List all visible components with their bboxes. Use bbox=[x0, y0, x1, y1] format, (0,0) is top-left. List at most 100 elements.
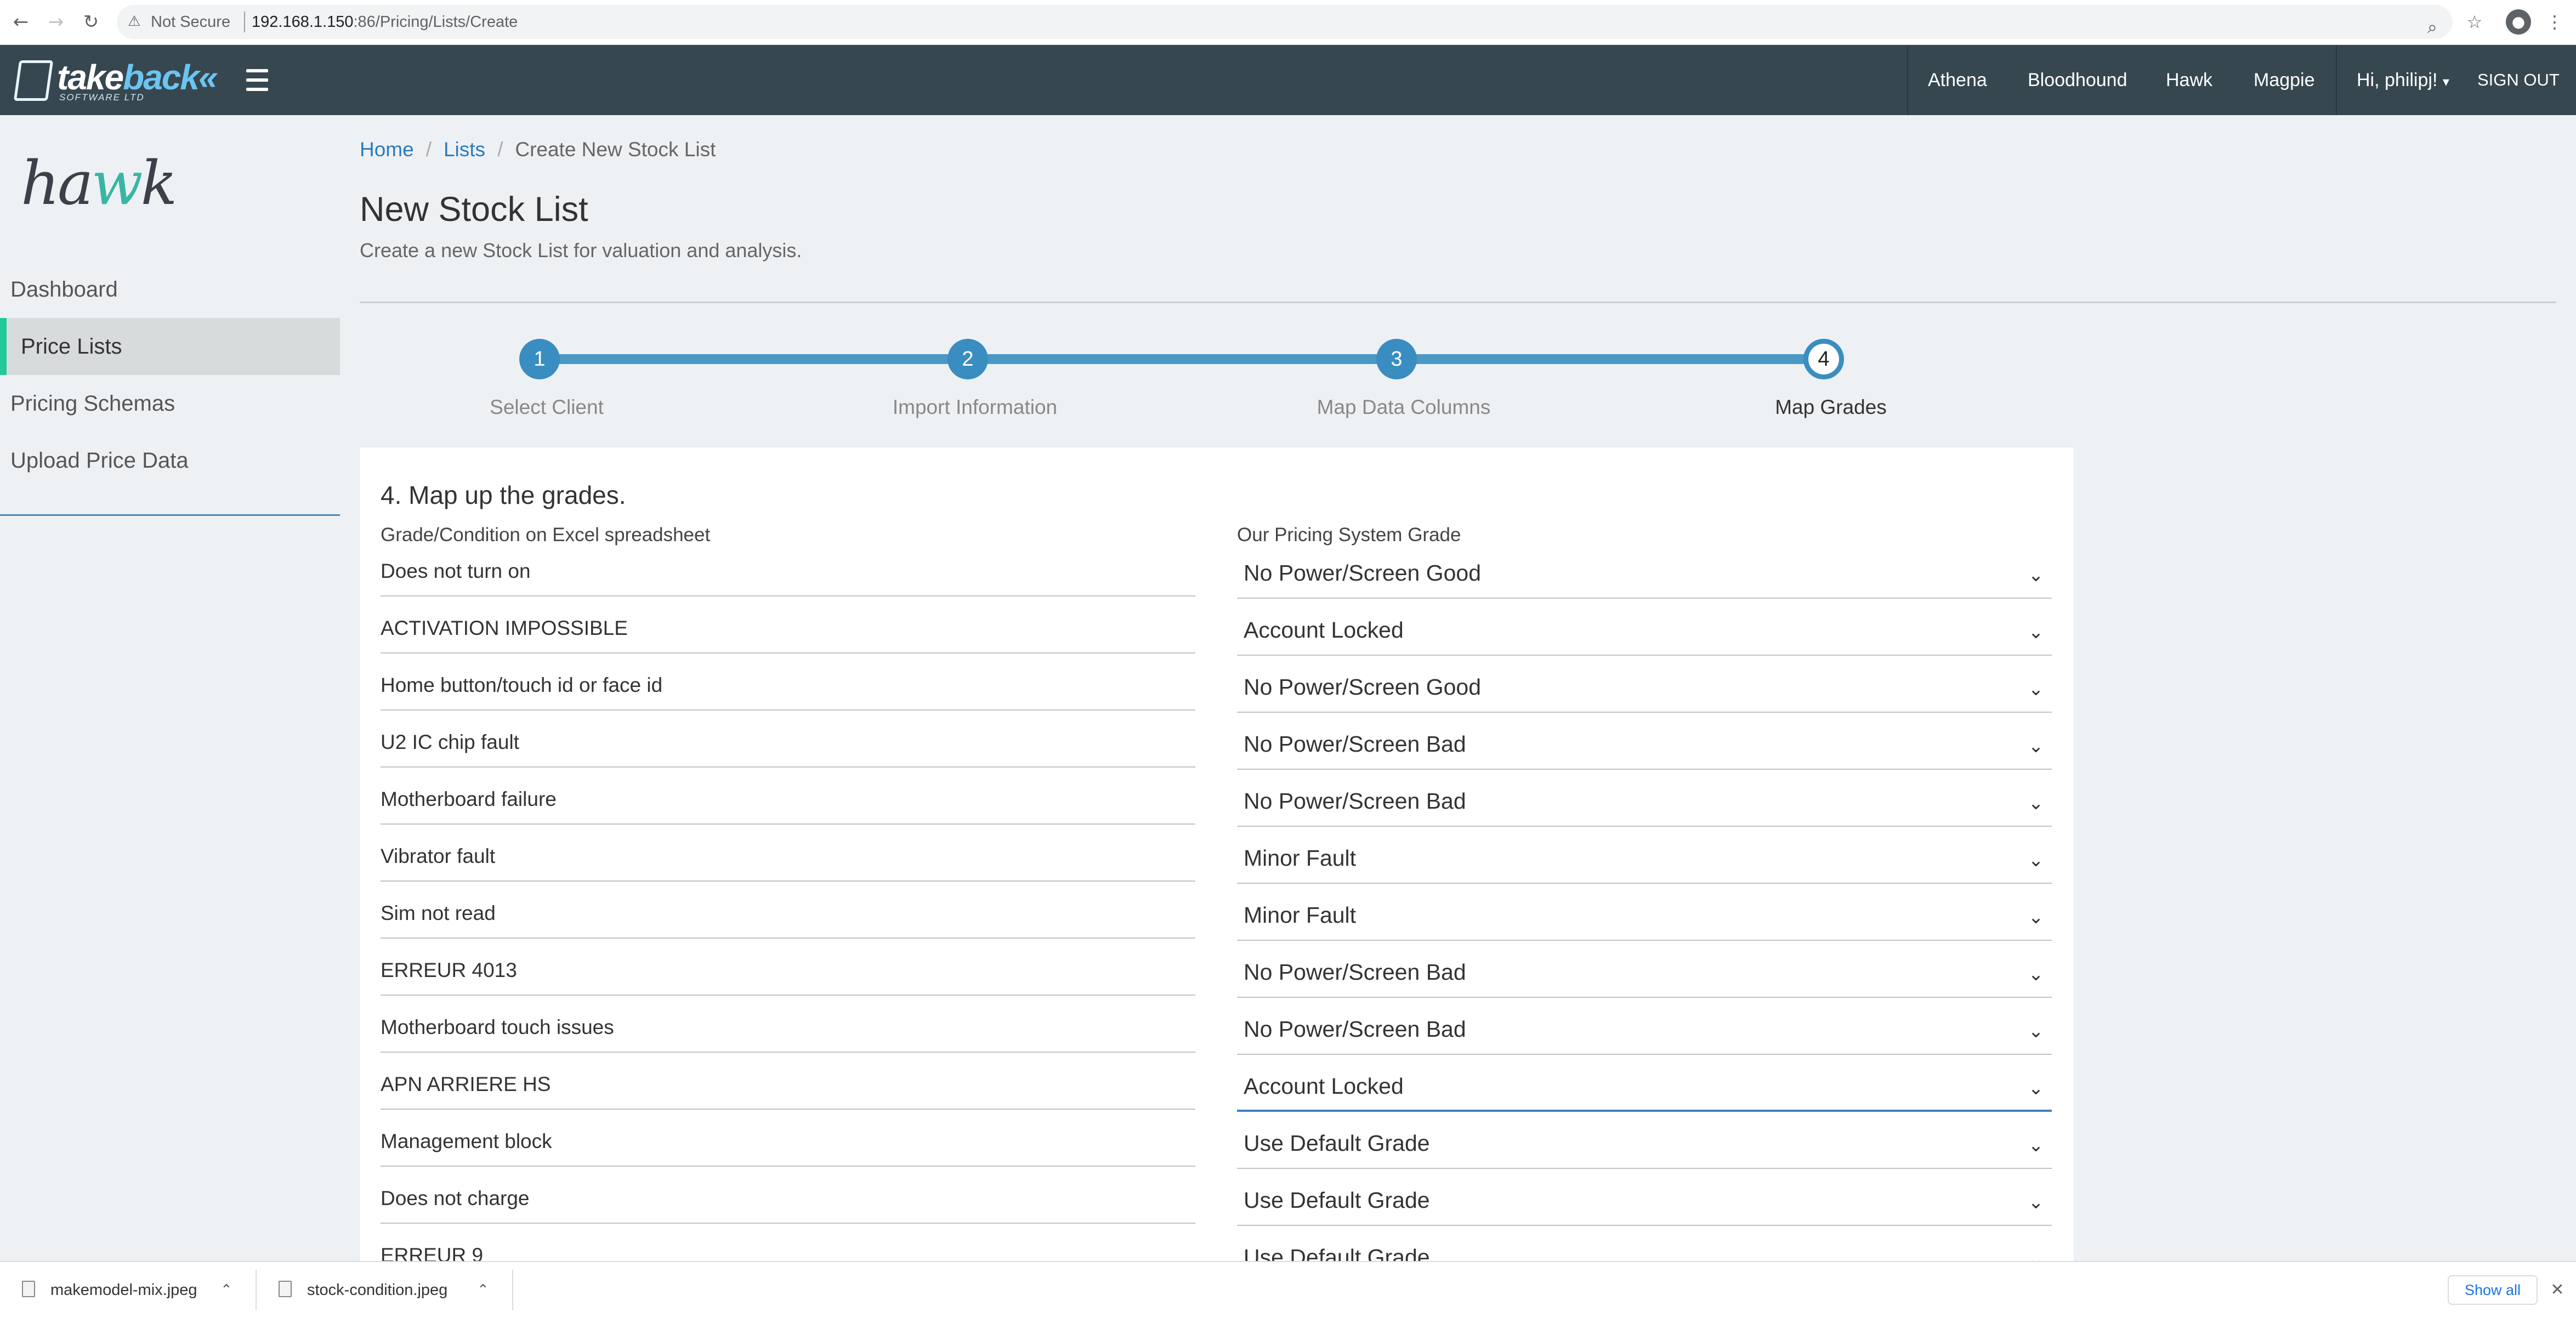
chevron-up-icon[interactable]: ⌃ bbox=[220, 1262, 232, 1318]
chevron-down-icon[interactable]: ⌄ bbox=[2025, 1192, 2046, 1213]
stepper-track bbox=[540, 354, 1825, 364]
download-shelf: makemodel-mix.jpeg ⌃ stock-condition.jpe… bbox=[0, 1261, 2576, 1318]
grade-row: Home button/touch id or face id No Power/… bbox=[360, 670, 2074, 727]
chevron-down-icon[interactable]: ⌄ bbox=[2025, 622, 2046, 643]
grade-select-value: No Power/Screen Good bbox=[1244, 674, 1482, 700]
grade-select[interactable]: No Power/Screen Bad ⌄ bbox=[1237, 954, 2052, 998]
step-1-label[interactable]: Select Client bbox=[410, 396, 684, 419]
excel-grade-label: Vibrator fault bbox=[381, 841, 1195, 882]
app-header: takeback« SOFTWARE LTD Athena Bloodhound… bbox=[0, 45, 2576, 115]
grade-select-value: No Power/Screen Bad bbox=[1244, 959, 1466, 985]
grade-select[interactable]: Use Default Grade ⌄ bbox=[1237, 1125, 2052, 1169]
logo-text: takeback« bbox=[57, 57, 218, 98]
system-grade-column-header: Our Pricing System Grade bbox=[1237, 524, 1461, 546]
breadcrumb-lists[interactable]: Lists bbox=[444, 138, 485, 161]
grade-select[interactable]: Minor Fault ⌄ bbox=[1237, 840, 2052, 884]
step-3-label[interactable]: Map Data Columns bbox=[1267, 396, 1541, 419]
grade-select[interactable]: No Power/Screen Bad ⌄ bbox=[1237, 783, 2052, 827]
url-host: 192.168.1.150 bbox=[252, 13, 354, 31]
logo-subtitle: SOFTWARE LTD bbox=[59, 92, 145, 103]
chevron-down-icon[interactable]: ⌄ bbox=[2025, 679, 2046, 700]
nav-link-hawk[interactable]: Hawk bbox=[2166, 45, 2212, 115]
chevron-down-icon[interactable]: ⌄ bbox=[2025, 1021, 2046, 1042]
grade-select[interactable]: No Power/Screen Bad ⌄ bbox=[1237, 726, 2052, 770]
url-path: :86/Pricing/Lists/Create bbox=[353, 13, 518, 31]
hawk-logo-pre: ha bbox=[21, 148, 93, 218]
chevron-down-icon[interactable]: ⌄ bbox=[2025, 1135, 2046, 1156]
sidebar-item-price-lists[interactable]: Price Lists bbox=[0, 318, 340, 375]
arrow-left-icon[interactable]: ← bbox=[8, 9, 34, 35]
reload-icon[interactable]: ↻ bbox=[78, 9, 104, 35]
grade-select[interactable]: Account Locked ⌄ bbox=[1237, 612, 2052, 656]
takeback-logo-mark bbox=[13, 60, 54, 101]
grade-select[interactable]: No Power/Screen Bad ⌄ bbox=[1237, 1011, 2052, 1055]
step-2-label[interactable]: Import Information bbox=[838, 396, 1112, 419]
chevron-down-icon[interactable]: ⌄ bbox=[2025, 736, 2046, 757]
logo-text-accent: back bbox=[123, 58, 200, 97]
grade-select-value: No Power/Screen Bad bbox=[1244, 1016, 1466, 1042]
download-item[interactable]: makemodel-mix.jpeg ⌃ bbox=[0, 1262, 256, 1318]
sidebar: hawk Dashboard Price Lists Pricing Schem… bbox=[0, 115, 340, 1261]
close-icon[interactable]: ✕ bbox=[2546, 1276, 2568, 1304]
arrow-right-icon[interactable]: → bbox=[43, 9, 69, 35]
step-1-dot[interactable]: 1 bbox=[519, 339, 560, 379]
sidebar-item-pricing-schemas[interactable]: Pricing Schemas bbox=[0, 375, 340, 432]
grade-select[interactable]: Minor Fault ⌄ bbox=[1237, 897, 2052, 941]
hawk-logo[interactable]: hawk bbox=[21, 148, 178, 218]
grade-select[interactable]: No Power/Screen Good ⌄ bbox=[1237, 555, 2052, 599]
shelf-divider bbox=[512, 1270, 513, 1310]
url-text[interactable]: 192.168.1.150:86/Pricing/Lists/Create bbox=[252, 5, 518, 39]
address-bar[interactable]: ⚠ Not Secure 192.168.1.150:86/Pricing/Li… bbox=[117, 5, 2453, 39]
star-icon[interactable]: ☆ bbox=[2462, 9, 2487, 35]
download-item[interactable]: stock-condition.jpeg ⌃ bbox=[257, 1262, 512, 1318]
step-3-dot[interactable]: 3 bbox=[1376, 339, 1417, 379]
nav-divider bbox=[2336, 45, 2337, 115]
grade-row: Motherboard failure No Power/Screen Bad ⌄ bbox=[360, 784, 2074, 841]
breadcrumb: Home / Lists / Create New Stock List bbox=[360, 138, 716, 161]
logo-text-main: take bbox=[57, 58, 124, 97]
grade-select-value: Account Locked bbox=[1244, 1073, 1404, 1099]
grade-row: Management block Use Default Grade ⌄ bbox=[360, 1126, 2074, 1183]
zoom-icon[interactable]: ⌕ bbox=[2420, 14, 2445, 39]
chevron-down-icon[interactable]: ⌄ bbox=[2025, 964, 2046, 985]
sign-out-link[interactable]: SIGN OUT bbox=[2477, 45, 2560, 115]
hawk-logo-accent: w bbox=[91, 148, 143, 218]
chevron-down-icon[interactable]: ⌄ bbox=[2025, 907, 2046, 928]
step-2-dot[interactable]: 2 bbox=[947, 339, 988, 379]
step-4-dot[interactable]: 4 bbox=[1803, 339, 1844, 379]
grade-row: ACTIVATION IMPOSSIBLE Account Locked ⌄ bbox=[360, 613, 2074, 670]
grade-select[interactable]: Account Locked ⌄ bbox=[1237, 1068, 2052, 1112]
nav-link-magpie[interactable]: Magpie bbox=[2254, 45, 2315, 115]
grade-select-value: Minor Fault bbox=[1244, 845, 1357, 871]
breadcrumb-separator: / bbox=[497, 138, 503, 161]
nav-link-bloodhound[interactable]: Bloodhound bbox=[2028, 45, 2127, 115]
grade-row: Motherboard touch issues No Power/Screen … bbox=[360, 1012, 2074, 1069]
hawk-logo-post: k bbox=[140, 148, 178, 218]
chevron-up-icon[interactable]: ⌃ bbox=[477, 1262, 489, 1318]
breadcrumb-home[interactable]: Home bbox=[360, 138, 414, 161]
grade-select[interactable]: No Power/Screen Good ⌄ bbox=[1237, 669, 2052, 713]
nav-divider bbox=[1907, 45, 1908, 115]
nav-link-athena[interactable]: Athena bbox=[1928, 45, 1987, 115]
warning-icon[interactable]: ⚠ bbox=[128, 13, 145, 30]
logo-chevrons: « bbox=[198, 58, 218, 97]
grade-select-value: Use Default Grade bbox=[1244, 1188, 1430, 1213]
security-status[interactable]: Not Secure bbox=[151, 5, 230, 39]
chrome-menu-icon[interactable]: ⋮ bbox=[2542, 9, 2567, 35]
user-menu[interactable]: Hi, philipj! ▾ bbox=[2357, 45, 2449, 115]
step-4-label[interactable]: Map Grades bbox=[1694, 396, 1968, 419]
show-all-button[interactable]: Show all bbox=[2448, 1275, 2538, 1305]
grade-select[interactable]: Use Default Grade ⌄ bbox=[1237, 1182, 2052, 1226]
grade-row: ERREUR 4013 No Power/Screen Bad ⌄ bbox=[360, 955, 2074, 1012]
chevron-down-icon[interactable]: ⌄ bbox=[2025, 565, 2046, 586]
grade-row: APN ARRIERE HS Account Locked ⌄ bbox=[360, 1069, 2074, 1126]
chevron-down-icon[interactable]: ⌄ bbox=[2025, 850, 2046, 871]
chevron-down-icon[interactable]: ⌄ bbox=[2025, 793, 2046, 814]
sidebar-item-upload-price-data[interactable]: Upload Price Data bbox=[0, 432, 340, 489]
takeback-logo[interactable]: takeback« SOFTWARE LTD bbox=[13, 56, 218, 105]
hamburger-icon[interactable] bbox=[244, 67, 270, 93]
excel-grade-label: ERREUR 4013 bbox=[381, 955, 1195, 996]
sidebar-item-dashboard[interactable]: Dashboard bbox=[0, 261, 340, 318]
profile-icon[interactable]: ● bbox=[2506, 9, 2531, 35]
chevron-down-icon[interactable]: ⌄ bbox=[2025, 1078, 2046, 1099]
